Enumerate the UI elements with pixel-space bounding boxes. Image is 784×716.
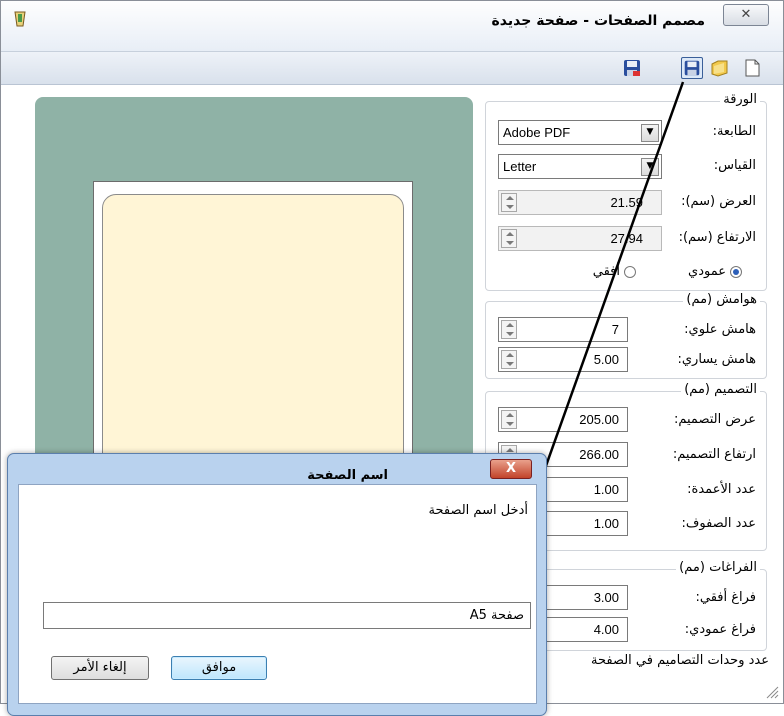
paper-group: الورقة الطابعة: Adobe PDF ▼ القياس: Lett… [485,92,767,291]
size-label: القياس: [713,158,756,173]
dialog-prompt: أدخل اسم الصفحة [428,503,529,518]
landscape-label: أفقي [592,264,620,279]
landscape-radio[interactable]: أفقي [593,264,636,279]
design-width-value: 205.00 [579,412,619,427]
size-value: Letter [503,159,537,174]
dialog-close-button[interactable]: X [490,459,532,479]
paper-width-value: 21.59 [610,195,643,210]
chevron-down-icon[interactable]: ▼ [641,158,659,176]
save-as-icon[interactable] [621,57,643,79]
design-width-field[interactable]: 205.00 [498,407,628,432]
page-name-input[interactable]: صفحة A5 [43,602,531,629]
page-name-dialog: اسم الصفحة X أدخل اسم الصفحة صفحة A5 موا… [7,453,547,716]
toolbar [1,51,783,85]
spinner-icon[interactable] [501,350,517,369]
save-icon[interactable] [681,57,703,79]
paper-width-field[interactable]: 21.59 [498,190,662,215]
title-bar: مصمم الصفحات - صفحة جديدة ✕ [1,1,783,51]
horizontal-gap-value: 3.00 [593,590,619,605]
design-width-label: عرض التصميم: [673,412,756,427]
open-icon[interactable] [709,57,731,79]
top-margin-field[interactable]: 7 [498,317,628,342]
spinner-icon[interactable] [501,229,517,248]
gaps-group-title: الفراغات (مم) [676,560,760,575]
horizontal-gap-label: فراغ أفقي: [695,590,756,605]
spinner-icon[interactable] [501,320,517,339]
spinner-icon[interactable] [501,193,517,212]
columns-value: 1.00 [593,482,619,497]
top-margin-value: 7 [611,322,619,337]
new-icon[interactable] [741,57,763,79]
left-margin-label: هامش يساري: [677,352,757,367]
left-margin-value: 5.00 [593,352,619,367]
spinner-icon[interactable] [501,410,517,429]
portrait-label: عمودي [688,264,726,279]
design-group-title: التصميم (مم) [681,382,760,397]
margins-group-title: هوامش (مم) [683,292,760,307]
chevron-down-icon[interactable]: ▼ [641,124,659,142]
rows-value: 1.00 [593,516,619,531]
margins-group: هوامش (مم) هامش علوي: 7 هامش يساري: 5.00 [485,292,767,379]
left-margin-field[interactable]: 5.00 [498,347,628,372]
printer-value: Adobe PDF [503,125,571,140]
close-button[interactable]: ✕ [723,4,769,26]
vertical-gap-value: 4.00 [593,622,619,637]
page-name-value: صفحة A5 [469,608,524,623]
printer-label: الطابعة: [712,124,756,139]
design-height-value: 266.00 [579,447,619,462]
cancel-button[interactable]: إلغاء الأمر [51,656,149,680]
width-label: العرض (سم): [681,194,756,209]
window-title: مصمم الصفحات - صفحة جديدة [491,13,705,29]
paper-group-title: الورقة [720,92,760,107]
rows-label: عدد الصفوف: [681,516,757,531]
radio-selected-icon [730,265,742,278]
paper-height-value: 27.94 [610,231,643,246]
units-per-page-label: عدد وحدات التصاميم في الصفحة [591,653,769,668]
portrait-radio[interactable]: عمودي [688,264,742,279]
paper-height-field[interactable]: 27.94 [498,226,662,251]
height-label: الارتفاع (سم): [678,230,756,245]
vertical-gap-label: فراغ عمودي: [684,622,756,637]
dialog-body: أدخل اسم الصفحة صفحة A5 موافق إلغاء الأم… [18,484,537,704]
size-select[interactable]: Letter ▼ [498,154,662,179]
top-margin-label: هامش علوي: [684,322,756,337]
app-icon [14,11,26,27]
radio-icon [624,265,636,278]
ok-button[interactable]: موافق [171,656,267,680]
columns-label: عدد الأعمدة: [687,482,756,497]
design-height-label: ارتفاع التصميم: [672,447,756,462]
resize-grip-icon[interactable] [765,685,779,699]
printer-select[interactable]: Adobe PDF ▼ [498,120,662,145]
dialog-title: اسم الصفحة [307,468,388,483]
